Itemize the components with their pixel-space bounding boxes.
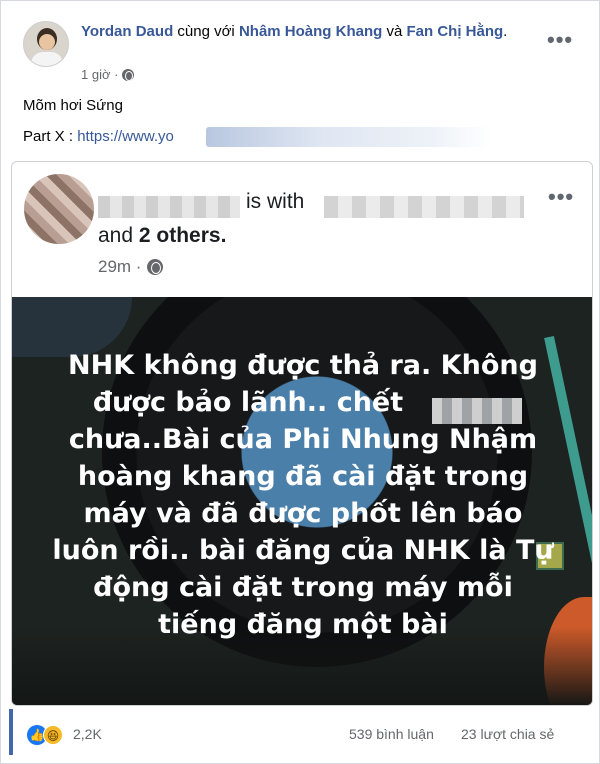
image-text-line: NHK không được thả ra. Không — [68, 350, 538, 381]
post-header-title: Yordan Daud cùng với Nhâm Hoàng Khang và… — [81, 21, 551, 42]
image-text-line: máy và đã được phốt lên báo — [83, 498, 523, 529]
blurred-author-name — [98, 196, 240, 218]
image-text-line: luôn rồi.. bài đăng của NHK là Tự — [52, 535, 554, 566]
outer-post: Yordan Daud cùng với Nhâm Hoàng Khang và… — [0, 0, 600, 764]
post-caption-line-2: Part X : https://www.yo — [23, 128, 174, 145]
avatar-face — [39, 34, 55, 50]
more-options-icon[interactable]: ••• — [547, 27, 573, 53]
caption-prefix: Part X : — [23, 128, 78, 145]
avatar-shirt — [31, 52, 63, 66]
haha-icon[interactable]: 😆 — [43, 725, 63, 745]
post-time[interactable]: 1 giờ · — [81, 67, 118, 82]
and-text: và — [386, 23, 403, 40]
caption-link[interactable]: https://www.yo — [77, 128, 174, 145]
blurred-tagged-name — [324, 196, 524, 218]
shared-with-text: is with — [246, 190, 305, 213]
and-prefix: and — [98, 224, 134, 247]
tagged-user-1[interactable]: Nhâm Hoàng Khang — [239, 23, 382, 40]
shared-more-options-icon[interactable]: ••• — [548, 184, 574, 210]
shares-count-link[interactable]: 23 lượt chia sẻ — [461, 726, 554, 742]
post-meta: 1 giờ · — [81, 67, 135, 82]
others-link[interactable]: 2 others. — [139, 224, 227, 247]
shared-post[interactable]: is with and 2 others. 29m · ••• NHK khôn… — [11, 161, 593, 706]
image-overlay-text: NHK không được thả ra. Không được bảo lã… — [42, 347, 564, 643]
title-period: . — [503, 23, 508, 40]
shared-post-meta: 29m · — [98, 257, 164, 277]
image-text-line: động cài đặt trong máy mỗi — [93, 572, 513, 603]
blurred-word-overlay — [432, 398, 522, 424]
tagged-user-2[interactable]: Fan Chị Hằng — [406, 23, 503, 40]
reaction-count[interactable]: 2,2K — [73, 726, 102, 742]
globe-icon[interactable] — [147, 259, 164, 275]
shared-title-line-2: and 2 others. — [98, 224, 226, 248]
post-caption-line-1: Mõm hơi Sứng — [23, 97, 123, 114]
author-avatar[interactable] — [23, 21, 69, 67]
globe-icon[interactable] — [122, 68, 135, 81]
image-text-line: hoàng khang đã cài đặt trong — [77, 461, 529, 492]
post-image[interactable]: NHK không được thả ra. Không được bảo lã… — [12, 297, 592, 705]
image-text-line: chưa..Bài của Phi Nhung Nhậm — [68, 424, 538, 455]
shared-author-avatar-blurred[interactable] — [24, 174, 94, 244]
blurred-link-overlay — [206, 127, 491, 147]
author-name[interactable]: Yordan Daud — [81, 23, 173, 40]
comments-count-link[interactable]: 539 bình luận — [349, 726, 434, 742]
shared-post-time[interactable]: 29m · — [98, 257, 141, 277]
with-text: cùng với — [177, 23, 235, 40]
selection-indicator-bar — [9, 709, 13, 755]
image-text-line: tiếng đăng một bài — [158, 609, 448, 640]
